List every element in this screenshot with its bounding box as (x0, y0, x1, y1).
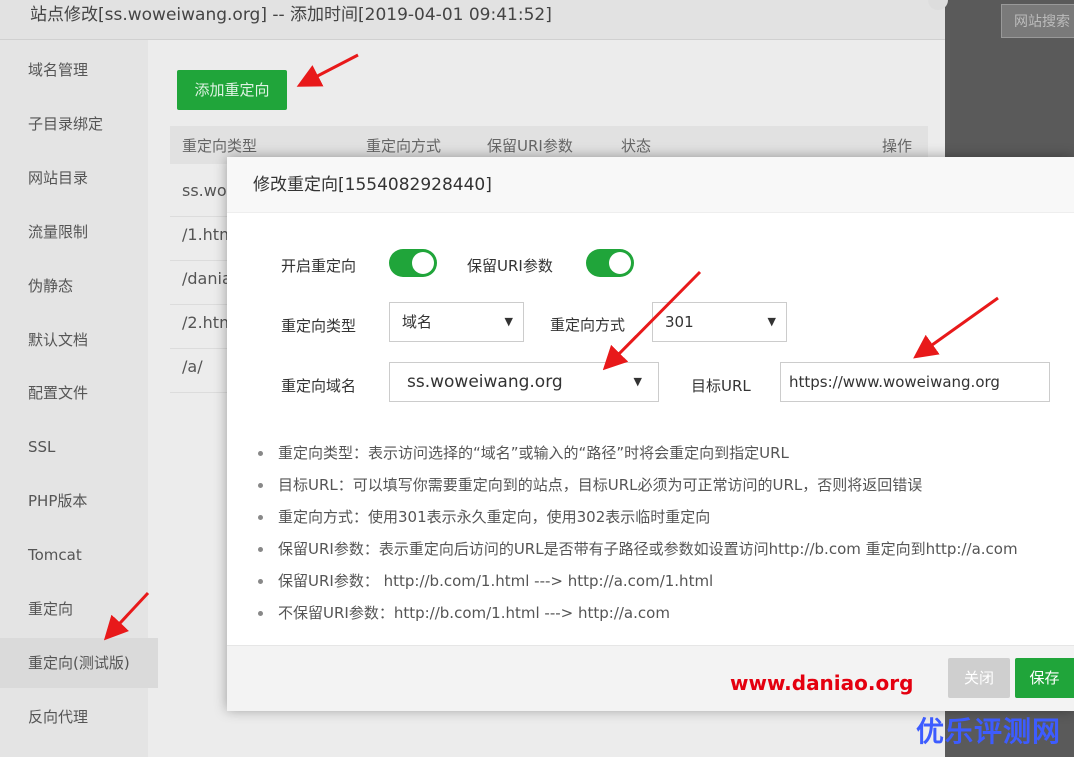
save-button[interactable]: 保存 (1015, 658, 1074, 698)
list-item: 保留URI参数：表示重定向后访问的URL是否带有子路径或参数如设置访问http:… (257, 535, 1074, 567)
sidebar-item-tomcat[interactable]: Tomcat (0, 530, 158, 580)
list-item: 重定向类型：表示访问选择的“域名”或输入的“路径”时将会重定向到指定URL (257, 439, 1074, 471)
sidebar-item-rewrite[interactable]: 伪静态 (0, 261, 158, 311)
window-title: 站点修改[ss.woweiwang.org] -- 添加时间[2019-04-0… (0, 0, 945, 40)
sidebar-item-config[interactable]: 配置文件 (0, 368, 158, 418)
sidebar-item-redirect[interactable]: 重定向 (0, 584, 158, 634)
sidebar-item-redirect-beta[interactable]: 重定向(测试版) (0, 638, 158, 688)
sidebar-item-php[interactable]: PHP版本 (0, 476, 158, 526)
watermark-brand: 优乐评测网 (916, 715, 1062, 748)
enable-redirect-toggle[interactable] (389, 249, 437, 277)
toggle-knob (412, 252, 434, 274)
chevron-down-icon: ▼ (633, 375, 642, 388)
list-item: 重定向方式：使用301表示永久重定向，使用302表示临时重定向 (257, 503, 1074, 535)
list-item: 目标URL：可以填写你需要重定向到的站点，目标URL必须为可正常访问的URL，否… (257, 471, 1074, 503)
sidebar-item-traffic[interactable]: 流量限制 (0, 207, 158, 257)
keep-uri-label: 保留URI参数 (467, 257, 553, 275)
sidebar-item-ssl[interactable]: SSL (0, 422, 158, 472)
redirect-type-select[interactable]: 域名 ▼ (389, 302, 524, 342)
modal-footer: 关闭 保存 (227, 645, 1074, 711)
redirect-type-value: 域名 (402, 313, 433, 331)
list-item: 不保留URI参数：http://b.com/1.html ---> http:/… (257, 599, 1074, 631)
redirect-method-label: 重定向方式 (550, 316, 626, 334)
redirect-method-value: 301 (665, 313, 694, 331)
modal-title: 修改重定向[1554082928440] (227, 157, 1074, 213)
chevron-down-icon: ▼ (767, 315, 776, 328)
sidebar-item-site-dir[interactable]: 网站目录 (0, 153, 158, 203)
sidebar-item-default-doc[interactable]: 默认文档 (0, 315, 158, 365)
sidebar-item-proxy[interactable]: 反向代理 (0, 692, 158, 742)
help-tips-list: 重定向类型：表示访问选择的“域名”或输入的“路径”时将会重定向到指定URL 目标… (257, 439, 1074, 631)
add-redirect-button[interactable]: 添加重定向 (177, 70, 287, 110)
chevron-down-icon: ▼ (504, 315, 513, 328)
target-url-input[interactable]: https://www.woweiwang.org (780, 362, 1050, 402)
redirect-domain-label: 重定向域名 (281, 377, 357, 395)
close-button[interactable]: 关闭 (948, 658, 1010, 698)
edit-redirect-modal: 修改重定向[1554082928440] 开启重定向 保留URI参数 重定向类型… (227, 157, 1074, 711)
redirect-method-select[interactable]: 301 ▼ (652, 302, 787, 342)
list-item: 保留URI参数： http://b.com/1.html ---> http:/… (257, 567, 1074, 599)
sidebar-item-subdir[interactable]: 子目录绑定 (0, 99, 158, 149)
toggle-knob (609, 252, 631, 274)
keep-uri-toggle[interactable] (586, 249, 634, 277)
watermark-site: www.daniao.org (730, 671, 914, 695)
target-url-label: 目标URL (691, 377, 751, 395)
redirect-domain-select[interactable]: ss.woweiwang.org ▼ (389, 362, 659, 402)
enable-redirect-label: 开启重定向 (281, 257, 357, 275)
sidebar-item-domain[interactable]: 域名管理 (0, 45, 158, 95)
redirect-type-label: 重定向类型 (281, 317, 357, 335)
redirect-domain-value: ss.woweiwang.org (407, 372, 563, 392)
site-search-input[interactable]: 网站搜索 (1001, 4, 1074, 38)
